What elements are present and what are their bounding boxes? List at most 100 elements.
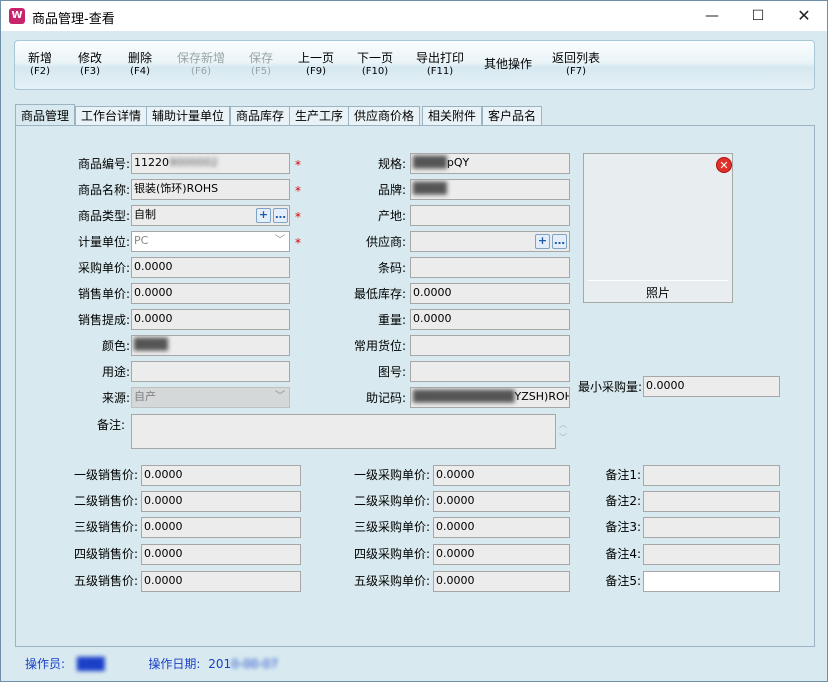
tab-inventory[interactable]: 商品库存 [230, 106, 291, 126]
label-sale-price-5: 五级销售价: [73, 574, 138, 588]
unit-select[interactable]: PC ﹀ [131, 231, 290, 252]
sale-price-3-field[interactable]: 0.0000 [141, 517, 301, 538]
chevron-down-icon: ﹀ [275, 235, 285, 246]
mnemonic-field[interactable]: ████████████YZSH)ROHS [410, 387, 570, 408]
tab-auxiliary-units[interactable]: 辅助计量单位 [146, 106, 231, 126]
label-common-location: 常用货位: [353, 339, 406, 353]
min-stock-field[interactable]: 0.0000 [410, 283, 570, 304]
source-value: 自产 [134, 390, 156, 403]
purchase-price-2-field[interactable]: 0.0000 [433, 491, 570, 512]
close-button[interactable]: ✕ [781, 1, 827, 31]
label-sale-price: 销售单价: [77, 287, 130, 301]
label-min-purchase: 最小采购量: [577, 380, 642, 394]
label-source: 来源: [101, 391, 130, 405]
remark-3-field[interactable] [643, 517, 780, 538]
product-code-field[interactable]: 112209000002 [131, 153, 290, 174]
add-product-type-button[interactable]: + [256, 208, 271, 223]
app-icon: W [9, 8, 25, 24]
back-to-list-button[interactable]: 返回列表 (F7) [552, 52, 600, 78]
tab-attachments[interactable]: 相关附件 [422, 106, 483, 126]
brand-field[interactable]: ████ [410, 179, 570, 200]
label-sale-price-1: 一级销售价: [73, 468, 138, 482]
add-supplier-button[interactable]: + [535, 234, 550, 249]
label-remark-1: 备注1: [605, 468, 641, 482]
purchase-price-field[interactable]: 0.0000 [131, 257, 290, 278]
sale-price-4-field[interactable]: 0.0000 [141, 544, 301, 565]
spec-value: pQY [446, 156, 470, 169]
sales-commission-field[interactable]: 0.0000 [131, 309, 290, 330]
browse-product-type-button[interactable]: … [273, 208, 288, 223]
new-button[interactable]: 新增 (F2) [28, 52, 52, 78]
prev-page-button[interactable]: 上一页 (F9) [298, 52, 334, 78]
label-remark-5: 备注5: [605, 574, 641, 588]
purchase-price-4-field[interactable]: 0.0000 [433, 544, 570, 565]
label-sale-price-2: 二级销售价: [73, 494, 138, 508]
label-weight: 重量: [377, 313, 406, 327]
sale-price-2-field[interactable]: 0.0000 [141, 491, 301, 512]
product-name-field[interactable]: 银装(饰环)ROHS [131, 179, 290, 200]
label-mnemonic: 助记码: [365, 391, 406, 405]
label-product-name: 商品名称: [77, 183, 130, 197]
color-field[interactable]: ████ [131, 335, 290, 356]
tab-supplier-price[interactable]: 供应商价格 [348, 106, 421, 126]
remove-photo-icon[interactable]: ✕ [716, 157, 732, 173]
export-print-button[interactable]: 导出打印 (F11) [416, 52, 464, 78]
label-spec: 规格: [377, 157, 406, 171]
title-bar[interactable]: W 商品管理-查看 — ☐ ✕ [1, 1, 827, 31]
status-bar: 操作员: ███ 操作日期: 2010-00-07 [25, 655, 278, 672]
remark-5-field[interactable] [643, 571, 780, 592]
min-purchase-field[interactable]: 0.0000 [643, 376, 780, 397]
tab-production-process[interactable]: 生产工序 [289, 106, 350, 126]
required-marker: * [295, 158, 301, 172]
main-window: W 商品管理-查看 — ☐ ✕ 新增 (F2) 修改 (F3) 删除 (F4) 保存新… [0, 0, 828, 682]
label-barcode: 条码: [377, 261, 406, 275]
next-page-button[interactable]: 下一页 (F10) [357, 52, 393, 78]
source-select[interactable]: 自产 ﹀ [131, 387, 290, 408]
tab-customer-names[interactable]: 客户品名 [482, 106, 543, 126]
save-new-button[interactable]: 保存新增 (F6) [177, 52, 225, 78]
toolbar: 新增 (F2) 修改 (F3) 删除 (F4) 保存新增 (F6) 保存 (F5) 上一页… [14, 40, 815, 90]
sale-price-1-field[interactable]: 0.0000 [141, 465, 301, 486]
edit-button[interactable]: 修改 (F3) [78, 52, 102, 78]
purchase-price-1-field[interactable]: 0.0000 [433, 465, 570, 486]
weight-field[interactable]: 0.0000 [410, 309, 570, 330]
remark-2-field[interactable] [643, 491, 780, 512]
label-remark-3: 备注3: [605, 520, 641, 534]
minimize-button[interactable]: — [689, 1, 735, 31]
purchase-price-3-field[interactable]: 0.0000 [433, 517, 570, 538]
label-remark: 备注: [96, 418, 125, 432]
product-type-field[interactable]: 自制 + … [131, 205, 290, 226]
remark-4-field[interactable] [643, 544, 780, 565]
maximize-button[interactable]: ☐ [735, 1, 781, 31]
supplier-field[interactable]: + … [410, 231, 570, 252]
tab-product-management[interactable]: 商品管理 [15, 104, 76, 127]
remark-1-field[interactable] [643, 465, 780, 486]
other-actions-button[interactable]: 其他操作 [484, 58, 532, 71]
origin-field[interactable] [410, 205, 570, 226]
barcode-field[interactable] [410, 257, 570, 278]
spec-field[interactable]: ████pQY [410, 153, 570, 174]
label-remark-4: 备注4: [605, 547, 641, 561]
purchase-price-5-field[interactable]: 0.0000 [433, 571, 570, 592]
save-button[interactable]: 保存 (F5) [249, 52, 273, 78]
drawing-no-field[interactable] [410, 361, 570, 382]
label-drawing-no: 图号: [377, 365, 406, 379]
remark-textarea[interactable] [131, 414, 556, 449]
label-sale-price-3: 三级销售价: [73, 520, 138, 534]
required-marker: * [295, 236, 301, 250]
sale-price-field[interactable]: 0.0000 [131, 283, 290, 304]
delete-button[interactable]: 删除 (F4) [128, 52, 152, 78]
label-origin: 产地: [377, 209, 406, 223]
usage-field[interactable] [131, 361, 290, 382]
operator-value: ███ [76, 657, 105, 671]
sale-price-5-field[interactable]: 0.0000 [141, 571, 301, 592]
label-unit: 计量单位: [77, 235, 130, 249]
common-location-field[interactable] [410, 335, 570, 356]
required-marker: * [295, 210, 301, 224]
tab-workbench-details[interactable]: 工作台详情 [75, 106, 148, 126]
browse-supplier-button[interactable]: … [552, 234, 567, 249]
remark-scrollbar[interactable]: ︿ ﹀ [559, 418, 567, 444]
photo-box[interactable]: ✕ 照片 [583, 153, 733, 303]
operation-date-value: 201 [208, 657, 232, 671]
label-purchase-price-3: 三级采购单价: [353, 520, 430, 534]
